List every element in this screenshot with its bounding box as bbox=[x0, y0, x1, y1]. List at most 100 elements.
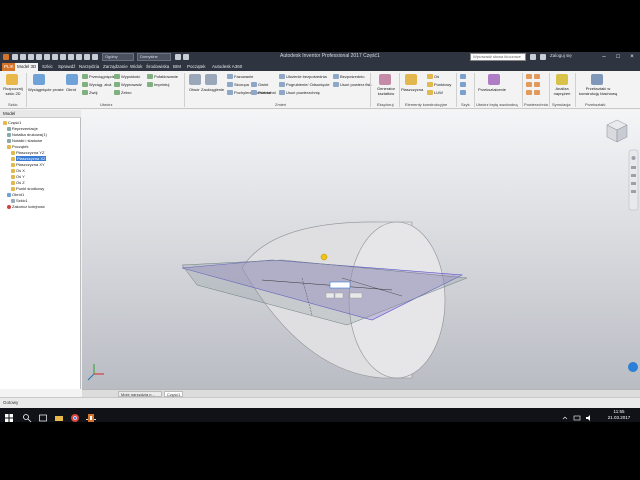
redo-icon[interactable] bbox=[44, 54, 50, 60]
tree-item-end-of-part[interactable]: Zakończ kolejność bbox=[7, 204, 45, 209]
new-icon[interactable] bbox=[12, 54, 18, 60]
look-at-icon[interactable] bbox=[631, 190, 636, 193]
windows-start-icon[interactable] bbox=[4, 410, 14, 422]
search-icon[interactable] bbox=[22, 410, 32, 423]
convert-freeform-button[interactable]: Przekształcenie bbox=[478, 87, 506, 92]
inventor-taskbar-icon[interactable] bbox=[86, 410, 96, 422]
tree-item-notes[interactable]: Notatki i śladowe bbox=[7, 138, 42, 143]
plane-button[interactable]: Płaszczyzna bbox=[401, 87, 423, 92]
replace-face-button[interactable]: Ułożenie bezpośrednia bbox=[286, 74, 327, 79]
sweep-button[interactable]: Przeciągnięcie bbox=[89, 74, 115, 79]
sculpt-icon[interactable] bbox=[534, 90, 540, 95]
tree-item-x-axis[interactable]: Oś X bbox=[11, 168, 25, 173]
combine-button[interactable]: Pofałdowanie bbox=[154, 74, 178, 79]
tab-a360[interactable]: Autodesk A360 bbox=[210, 63, 244, 71]
return-icon[interactable] bbox=[60, 54, 66, 60]
convert-sheetmetal-button[interactable]: Przekształć w konstrukcję blachową bbox=[577, 86, 619, 96]
import-button[interactable]: Imprintuj bbox=[154, 82, 169, 87]
volume-icon[interactable] bbox=[584, 410, 594, 421]
trim-icon[interactable] bbox=[526, 82, 532, 87]
delete-face-button[interactable]: Usuń powierzchnię bbox=[286, 90, 320, 95]
derive-button[interactable]: Wyprowadź bbox=[121, 82, 142, 87]
split-button[interactable]: Podział bbox=[258, 90, 271, 95]
close-button[interactable]: × bbox=[626, 53, 638, 61]
open-icon[interactable] bbox=[20, 54, 26, 60]
hole-button[interactable]: Otwór bbox=[189, 87, 200, 92]
appearance-dropdown[interactable]: Domyślne bbox=[137, 53, 171, 61]
ruled-icon[interactable] bbox=[526, 90, 532, 95]
tree-item-part[interactable]: Część1 bbox=[3, 120, 21, 125]
shape-generator-button[interactable]: Generator kształtów bbox=[374, 86, 398, 96]
taskbar-clock[interactable]: 11:55 21.03.2017 bbox=[604, 409, 634, 421]
home-icon[interactable] bbox=[52, 54, 58, 60]
axis-button[interactable]: Oś bbox=[434, 74, 439, 79]
convert-freeform-icon[interactable] bbox=[488, 74, 500, 85]
tab-sketch[interactable]: Szkic bbox=[40, 63, 55, 71]
stress-analysis-icon[interactable] bbox=[556, 74, 568, 85]
options-button[interactable] bbox=[349, 292, 363, 299]
stitch-icon[interactable] bbox=[526, 74, 532, 79]
measure-icon[interactable] bbox=[92, 54, 98, 60]
model-canvas[interactable] bbox=[82, 110, 640, 389]
fx-icon[interactable] bbox=[175, 54, 181, 60]
start-sketch-button[interactable]: Rozpocznij szkic 2D bbox=[2, 86, 24, 96]
rib-button[interactable]: Żebro bbox=[121, 90, 131, 95]
account-icon[interactable] bbox=[540, 54, 546, 60]
tab-view[interactable]: Widok bbox=[128, 63, 145, 71]
tab-tools[interactable]: Narzędzia bbox=[77, 63, 101, 71]
ok-button[interactable] bbox=[325, 292, 335, 299]
tree-item-y-axis[interactable]: Oś Y bbox=[11, 174, 25, 179]
tab-bim[interactable]: BIM bbox=[171, 63, 183, 71]
rect-pattern-icon[interactable] bbox=[460, 74, 466, 79]
tab-manage[interactable]: Zarządzanie bbox=[101, 63, 130, 71]
app-menu-icon[interactable] bbox=[3, 54, 9, 60]
tree-item-solid-bodies[interactable]: Notatka drukowa(1) bbox=[7, 132, 47, 137]
convert-sheetmetal-icon[interactable] bbox=[591, 74, 603, 85]
mirror-icon[interactable] bbox=[460, 90, 466, 95]
network-icon[interactable] bbox=[572, 410, 582, 421]
shape-generator-icon[interactable] bbox=[379, 74, 391, 85]
search-input[interactable]: Wprowadź słowa kluczowe bbox=[470, 53, 526, 61]
tree-item-origin[interactable]: Początek bbox=[7, 144, 28, 149]
tab-getstarted[interactable]: Początek bbox=[185, 63, 208, 71]
file-explorer-icon[interactable] bbox=[54, 410, 64, 421]
signin-button[interactable]: Zaloguj się bbox=[550, 53, 572, 58]
value-input[interactable] bbox=[329, 281, 351, 289]
tab-environments[interactable]: Środowiska bbox=[144, 63, 171, 71]
task-view-icon[interactable] bbox=[38, 410, 48, 422]
tab-file[interactable]: PLIK bbox=[2, 63, 16, 71]
tree-item-yz-plane[interactable]: Płaszczyzna YZ bbox=[11, 150, 44, 155]
hole-icon[interactable] bbox=[189, 74, 201, 85]
thicken-button[interactable]: Pogrubienie/ Odsunięcie bbox=[286, 82, 330, 87]
dropdown-icon[interactable] bbox=[183, 54, 189, 60]
graphics-viewport[interactable] bbox=[82, 110, 640, 389]
chamfer-button[interactable]: Fazowanie bbox=[234, 74, 253, 79]
tree-item-revolve[interactable]: Obrót1 bbox=[7, 192, 24, 197]
update-icon[interactable] bbox=[68, 54, 74, 60]
direct-button[interactable]: Bezpośrednio bbox=[340, 74, 364, 79]
orbit-icon[interactable] bbox=[631, 182, 636, 185]
tree-item-representations[interactable]: Reprezentacje bbox=[7, 126, 38, 131]
select-icon[interactable] bbox=[76, 54, 82, 60]
maximize-button[interactable]: □ bbox=[612, 53, 624, 61]
point-button[interactable]: Punktowy bbox=[434, 82, 451, 87]
revolve-button[interactable]: Obrót bbox=[66, 87, 76, 92]
properties-icon[interactable] bbox=[84, 54, 90, 60]
minimize-button[interactable]: – bbox=[598, 53, 610, 61]
tree-item-center-point[interactable]: Punkt środkowy bbox=[11, 186, 44, 191]
tray-up-icon[interactable] bbox=[560, 410, 570, 420]
search-icon[interactable] bbox=[530, 54, 536, 60]
extend-icon[interactable] bbox=[534, 82, 540, 87]
circ-pattern-icon[interactable] bbox=[460, 82, 466, 87]
tree-item-xy-plane[interactable]: Płaszczyzna XY bbox=[11, 162, 45, 167]
tab-inspect[interactable]: Sprawdź bbox=[56, 63, 78, 71]
start-sketch-icon[interactable] bbox=[6, 74, 18, 85]
tree-item-xz-plane[interactable]: Płaszczyzna XZ bbox=[11, 156, 47, 161]
coil-button[interactable]: Zwój bbox=[89, 90, 97, 95]
tree-item-sketch[interactable]: Szkic1 bbox=[11, 198, 28, 203]
stress-analysis-button[interactable]: Analiza naprężeń bbox=[551, 86, 573, 96]
tree-item-z-axis[interactable]: Oś Z bbox=[11, 180, 25, 185]
undo-icon[interactable] bbox=[36, 54, 42, 60]
delete-face-solid-button[interactable]: Usuń powierz.fisk. bbox=[340, 82, 372, 87]
cancel-button[interactable] bbox=[334, 292, 344, 299]
